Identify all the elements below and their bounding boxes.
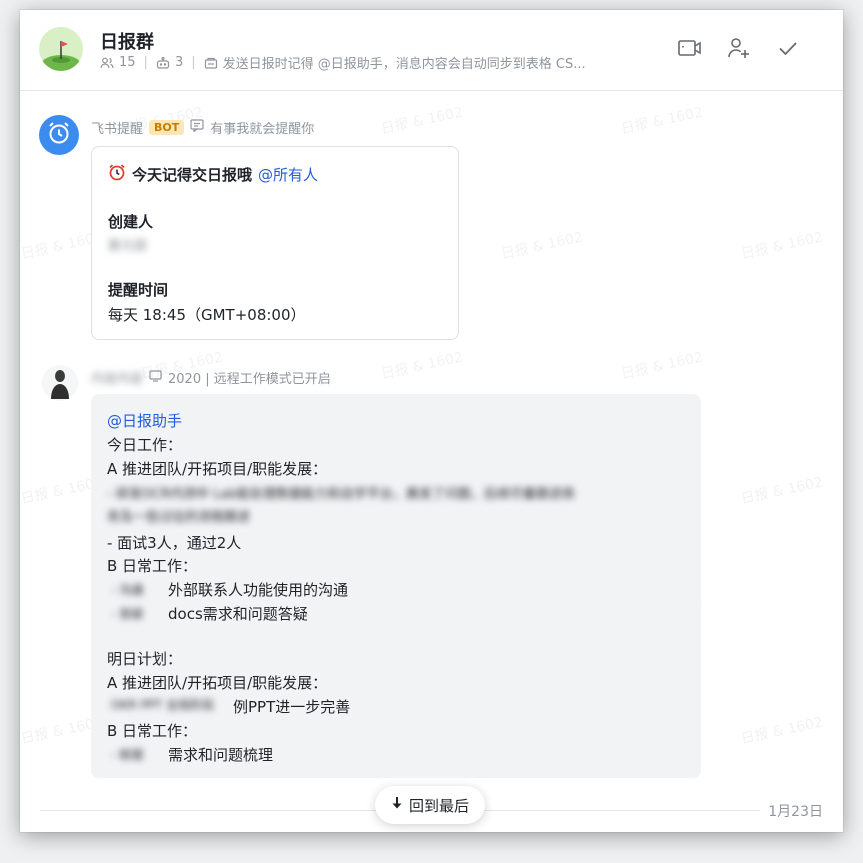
chat-header: 日报群 15 | 3 | 发送日报时记得 @日报助手，消息内容会自动同步到表格 … bbox=[20, 10, 843, 91]
watermark: 日报 & 1602 bbox=[619, 349, 705, 383]
message-bullet-blurred: - 梳理 bbox=[111, 748, 144, 762]
announcement-text[interactable]: 发送日报时记得 @日报助手，消息内容会自动同步到表格 CS... bbox=[223, 53, 586, 72]
message-line-blurred: 务及一些过往的流程跟进 bbox=[107, 510, 251, 525]
message-line: B 日常工作： bbox=[107, 557, 198, 575]
video-call-button[interactable] bbox=[676, 36, 704, 64]
watermark: 日报 & 1602 bbox=[739, 229, 825, 263]
watermark: 日报 & 1602 bbox=[379, 104, 465, 138]
group-title: 日报群 bbox=[100, 32, 154, 53]
person-silhouette-icon bbox=[51, 370, 69, 399]
message-line: - 面试3人，通过2人 bbox=[107, 534, 242, 552]
video-call-icon bbox=[678, 39, 702, 61]
watermark: 日报 & 1602 bbox=[499, 229, 585, 263]
add-member-button[interactable] bbox=[725, 36, 753, 64]
message-bubble[interactable]: @日报助手 今日工作： A 推进团队/开拓项目/职能发展： - 研发OCR内测中… bbox=[91, 394, 701, 778]
card-title: 今天记得交日报哦 bbox=[132, 165, 253, 184]
bot-signature: 有事我就会提醒你 bbox=[210, 122, 315, 137]
message-bullet-blurred: - 答疑 bbox=[111, 607, 144, 621]
separator: | bbox=[191, 55, 196, 70]
card-title-row: 今天记得交日报哦 @所有人 bbox=[108, 163, 318, 185]
message-line: docs需求和问题答疑 bbox=[168, 605, 308, 623]
user-status: 2020 | 远程工作模式已开启 bbox=[168, 372, 331, 387]
reminder-card[interactable]: 今天记得交日报哦 @所有人 创建人 蔡元丽 提醒时间 每天 18:45（GMT+… bbox=[91, 146, 459, 340]
watermark: 日报 & 1602 bbox=[739, 714, 825, 748]
announcement-icon[interactable] bbox=[204, 56, 218, 70]
status-icon bbox=[149, 369, 162, 386]
message-line: 需求和问题梳理 bbox=[168, 746, 274, 764]
message-line-blurred: OKR PPT 全局阶段 bbox=[111, 698, 215, 712]
message-line: B 日常工作： bbox=[107, 722, 198, 740]
message-bullet-blurred: - 沟通 bbox=[111, 583, 144, 597]
creator-value[interactable]: 蔡元丽 bbox=[108, 235, 147, 254]
chat-window: 日报 & 1602 日报 & 1602 日报 & 1602 日报 & 1602 … bbox=[20, 10, 843, 832]
done-button[interactable] bbox=[774, 36, 802, 64]
mention-all[interactable]: @所有人 bbox=[258, 164, 318, 185]
message-line: 外部联系人功能使用的沟通 bbox=[168, 581, 349, 599]
bot-count[interactable]: 3 bbox=[175, 55, 183, 70]
check-icon bbox=[777, 37, 799, 63]
creator-label: 创建人 bbox=[108, 213, 154, 231]
message-line: 明日计划： bbox=[107, 650, 183, 668]
message-line: A 推进团队/开拓项目/职能发展： bbox=[107, 460, 328, 478]
bot-sender-name[interactable]: 飞书提醒 bbox=[91, 118, 143, 137]
mention-daily-assistant[interactable]: @日报助手 bbox=[107, 410, 182, 431]
date-label: 1月23日 bbox=[768, 804, 823, 820]
separator: | bbox=[143, 55, 148, 70]
member-count[interactable]: 15 bbox=[119, 55, 136, 70]
bot-badge: BOT bbox=[149, 120, 185, 135]
reminder-time-value: 每天 18:45（GMT+08:00） bbox=[108, 306, 306, 324]
group-meta: 15 | 3 | 发送日报时记得 @日报助手，消息内容会自动同步到表格 CS..… bbox=[100, 53, 586, 72]
alarm-clock-icon bbox=[46, 120, 72, 150]
bot-avatar[interactable] bbox=[39, 115, 79, 155]
message-line: 今日工作： bbox=[107, 436, 183, 454]
back-to-latest-button[interactable]: 回到最后 bbox=[375, 786, 486, 824]
back-to-latest-label: 回到最后 bbox=[409, 796, 470, 815]
message-line-blurred: - 研发OCR内测中 Lab能处理数据能力和自学平台，展发了问题，后续尽量跟进商 bbox=[107, 487, 575, 502]
alarm-clock-icon bbox=[108, 163, 126, 185]
message-line: A 推进团队/开拓项目/职能发展： bbox=[107, 674, 328, 692]
bot-message-meta: 飞书提醒 BOT 有事我就会提醒你 bbox=[91, 118, 314, 137]
user-message-meta: 内容内容 2020 | 远程工作模式已开启 bbox=[91, 368, 331, 387]
reminder-time-label: 提醒时间 bbox=[108, 281, 169, 299]
user-sender-name[interactable]: 内容内容 bbox=[91, 368, 143, 387]
signature-icon bbox=[190, 119, 204, 136]
message-line: 例PPT进一步完善 bbox=[233, 698, 351, 716]
bot-icon[interactable] bbox=[156, 56, 170, 70]
watermark: 日报 & 1602 bbox=[739, 474, 825, 508]
arrow-down-icon bbox=[391, 796, 403, 814]
group-avatar-icon[interactable] bbox=[39, 27, 83, 71]
user-avatar[interactable] bbox=[42, 365, 78, 401]
watermark: 日报 & 1602 bbox=[379, 349, 465, 383]
add-member-icon bbox=[727, 36, 751, 64]
members-icon[interactable] bbox=[100, 56, 114, 70]
watermark: 日报 & 1602 bbox=[619, 104, 705, 138]
